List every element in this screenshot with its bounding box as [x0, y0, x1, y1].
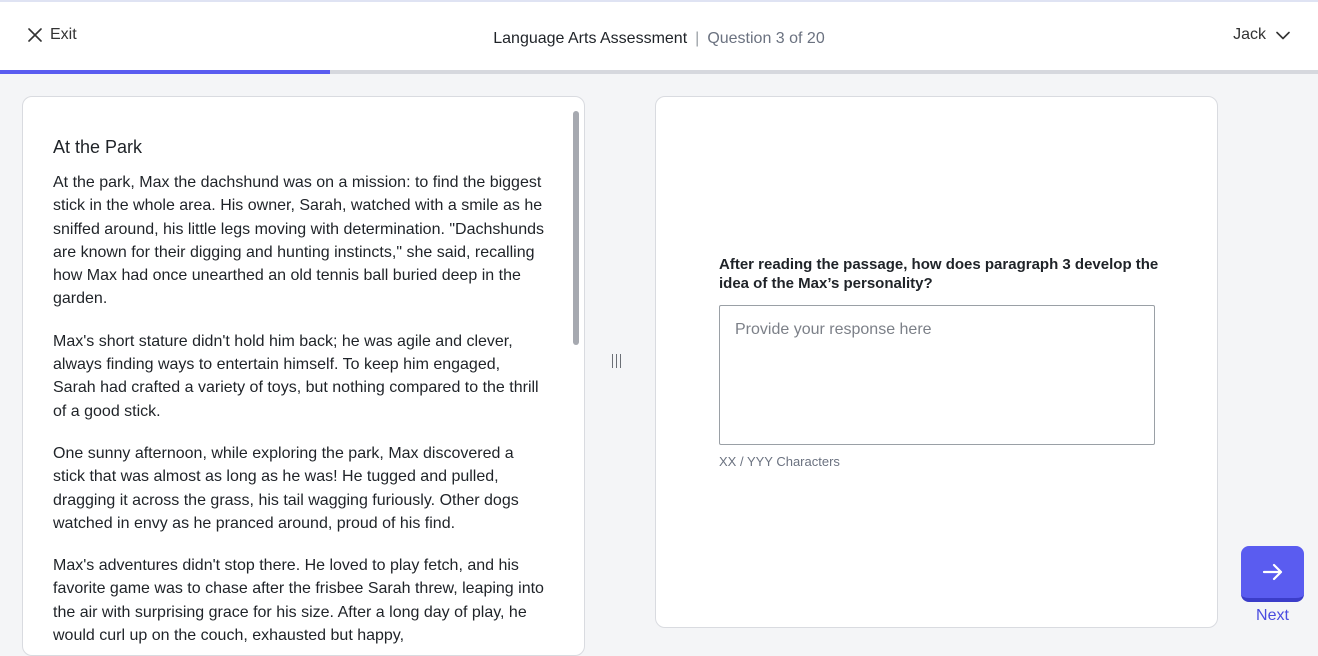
passage-content: At the Park At the park, Max the dachshu… [53, 135, 545, 655]
character-count: XX / YYY Characters [719, 454, 840, 469]
arrow-right-icon [1262, 563, 1282, 581]
passage-scrollbar[interactable] [573, 111, 579, 345]
question-panel: After reading the passage, how does para… [655, 96, 1218, 628]
passage-paragraph-2: Max's short stature didn't hold him back… [53, 332, 539, 420]
progress-bar [0, 70, 1318, 74]
header-title: Language Arts Assessment | Question 3 of 2… [0, 28, 1318, 50]
response-input[interactable] [719, 305, 1155, 445]
top-bar: Exit Language Arts Assessment | Question 3… [0, 0, 1318, 74]
question-prompt: After reading the passage, how does para… [719, 256, 1159, 292]
question-progress: Question 3 of 20 [707, 30, 825, 47]
next-label[interactable]: Next [1241, 607, 1304, 625]
next-button[interactable] [1241, 546, 1304, 602]
drag-handle-icon[interactable] [612, 354, 621, 368]
assessment-title: Language Arts Assessment [493, 30, 688, 47]
passage-panel[interactable]: At the Park At the park, Max the dachshu… [22, 96, 585, 656]
passage-paragraph-4: Max's adventures didn't stop there. He l… [53, 557, 544, 645]
user-menu[interactable]: Jack [1233, 26, 1290, 44]
progress-bar-fill [0, 70, 330, 74]
passage-title: At the Park [53, 137, 143, 157]
passage-paragraph-3: One sunny afternoon, while exploring the… [53, 444, 519, 532]
user-name: Jack [1233, 26, 1266, 43]
chevron-down-icon [1276, 31, 1290, 39]
title-separator: | [695, 30, 700, 47]
passage-paragraph-1: At the park, Max the dachshund was on a … [53, 174, 544, 308]
